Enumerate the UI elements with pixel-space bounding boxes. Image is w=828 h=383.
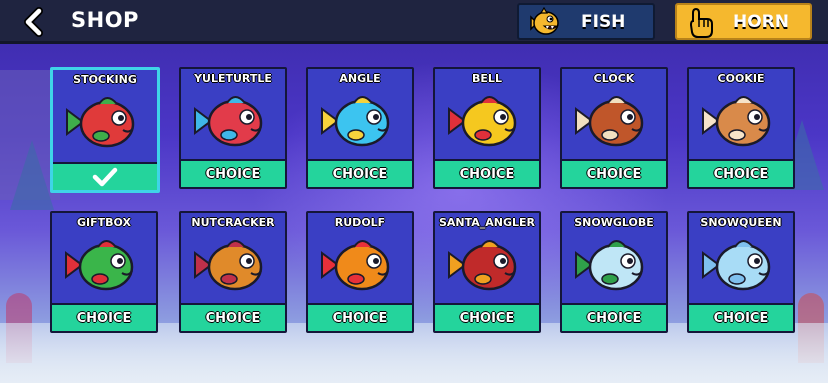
shop-item-card[interactable]: YULETURTLE CHOICE	[179, 67, 287, 189]
item-name: BELL	[472, 72, 502, 85]
choice-button[interactable]: CHOICE	[435, 303, 539, 331]
choice-button[interactable]: CHOICE	[562, 159, 666, 187]
tab-horn-label: HORN	[733, 12, 789, 32]
item-name: SANTA_ANGLER	[438, 216, 536, 229]
fish-skin-icon	[194, 240, 263, 291]
shop-item-card[interactable]: STOCKING	[50, 67, 160, 193]
page-title: SHOP	[71, 8, 139, 32]
shop-item-card[interactable]: RUDOLF CHOICE	[306, 211, 414, 333]
fish-skin-icon	[575, 96, 644, 147]
tab-fish-label: FISH	[581, 12, 626, 32]
item-name: CLOCK	[593, 72, 635, 85]
fish-skin-icon	[66, 97, 135, 148]
choice-button[interactable]: CHOICE	[181, 303, 285, 331]
choice-button[interactable]: CHOICE	[562, 303, 666, 331]
choice-button-label: CHOICE	[713, 310, 769, 326]
choice-button-label: CHOICE	[459, 310, 515, 326]
top-bar: SHOP FISH HORN	[0, 0, 828, 44]
item-name: SNOWGLOBE	[574, 216, 654, 229]
choice-button[interactable]: CHOICE	[181, 159, 285, 187]
choice-button-label: CHOICE	[76, 310, 132, 326]
choice-button[interactable]: CHOICE	[52, 303, 156, 331]
choice-button-label: CHOICE	[205, 166, 261, 182]
fish-skin-icon	[321, 240, 390, 291]
choice-button-label: CHOICE	[586, 310, 642, 326]
pointing-hand-icon	[689, 7, 713, 38]
item-name: GIFTBOX	[77, 216, 131, 229]
choice-button-label: CHOICE	[332, 166, 388, 182]
fish-skin-icon	[702, 96, 771, 147]
choice-button-label: CHOICE	[332, 310, 388, 326]
tab-fish[interactable]: FISH	[517, 3, 655, 40]
choice-button-label: CHOICE	[459, 166, 515, 182]
choice-button-label: CHOICE	[586, 166, 642, 182]
choice-button[interactable]: CHOICE	[689, 159, 793, 187]
shop-item-card[interactable]: NUTCRACKER CHOICE	[179, 211, 287, 333]
fish-icon	[530, 7, 559, 35]
background-tree	[10, 140, 54, 210]
item-name: SNOWQUEEN	[700, 216, 782, 229]
fish-skin-icon	[575, 240, 644, 291]
equipped-indicator[interactable]	[53, 162, 157, 190]
fish-skin-icon	[702, 240, 771, 291]
choice-button[interactable]: CHOICE	[689, 303, 793, 331]
shop-item-card[interactable]: BELL CHOICE	[433, 67, 541, 189]
item-name: YULETURTLE	[194, 72, 272, 85]
item-name: RUDOLF	[334, 216, 386, 229]
choice-button[interactable]: CHOICE	[435, 159, 539, 187]
choice-button-label: CHOICE	[205, 310, 261, 326]
fish-skin-icon	[321, 96, 390, 147]
back-arrow-icon[interactable]	[18, 6, 50, 38]
fish-skin-icon	[448, 96, 517, 147]
item-name: ANGLE	[339, 72, 381, 85]
item-name: COOKIE	[717, 72, 765, 85]
choice-button[interactable]: CHOICE	[308, 303, 412, 331]
shop-item-card[interactable]: CLOCK CHOICE	[560, 67, 668, 189]
shop-item-card[interactable]: SNOWQUEEN CHOICE	[687, 211, 795, 333]
choice-button[interactable]: CHOICE	[308, 159, 412, 187]
shop-item-card[interactable]: GIFTBOX CHOICE	[50, 211, 158, 333]
choice-button-label: CHOICE	[713, 166, 769, 182]
fish-skin-icon	[194, 96, 263, 147]
fish-skin-icon	[65, 240, 134, 291]
shop-item-card[interactable]: SANTA_ANGLER CHOICE	[433, 211, 541, 333]
item-name: STOCKING	[73, 73, 137, 86]
checkmark-icon	[92, 167, 118, 187]
fish-skin-icon	[448, 240, 517, 291]
shop-item-card[interactable]: ANGLE CHOICE	[306, 67, 414, 189]
shop-item-card[interactable]: COOKIE CHOICE	[687, 67, 795, 189]
tab-horn[interactable]: HORN	[675, 3, 812, 40]
item-name: NUTCRACKER	[191, 216, 275, 229]
shop-item-card[interactable]: SNOWGLOBE CHOICE	[560, 211, 668, 333]
